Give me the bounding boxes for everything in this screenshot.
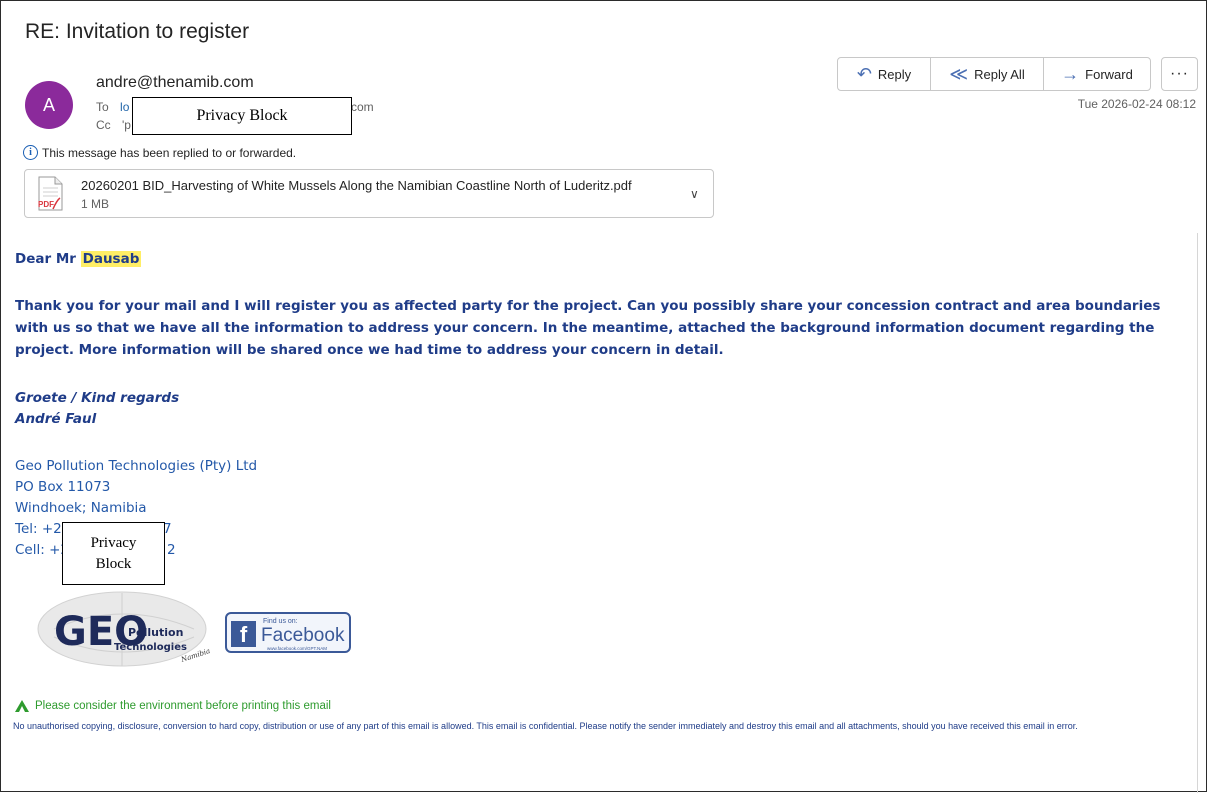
greeting-name-highlight: Dausab [80,251,142,267]
reply-all-button[interactable]: ≪ Reply All [931,58,1044,90]
facebook-icon: f [231,621,256,647]
forward-arrow-icon: → [1061,64,1080,84]
pdf-file-icon: PDF [38,176,63,211]
body-paragraph: Thank you for your mail and I will regis… [15,298,1161,358]
greeting-prefix: Dear Mr [15,251,81,267]
cc-label: Cc [96,118,111,132]
tel-prefix: Tel: +2 [15,521,62,537]
greeting: Dear Mr Dausab [15,251,142,267]
environment-notice-text: Please consider the environment before p… [35,699,331,712]
privacy-block-recipients: Privacy Block [132,97,352,135]
privacy-block-line1: Privacy [90,534,137,551]
facebook-label: Facebook [261,625,345,646]
reply-all-arrow-icon: ≪ [949,64,969,84]
environment-notice: Please consider the environment before p… [13,698,331,713]
city: Windhoek; Namibia [15,500,147,516]
regards-block: Groete / Kind regards André Faul [15,388,179,430]
privacy-block-phone: Privacy Block [62,522,165,585]
forward-button-label: Forward [1085,66,1133,82]
logo-text-pollution: Pollution [128,626,183,639]
geo-pollution-logo: GEO Pollution Technologies Namibia [37,591,211,667]
info-icon: i [23,145,38,160]
reply-button[interactable]: ↶ Reply [838,58,931,90]
pdf-icon-label: PDF [38,200,54,209]
to-recipient[interactable]: lo [120,100,129,114]
email-reading-pane: RE: Invitation to register A andre@thena… [0,0,1207,793]
email-subject: RE: Invitation to register [25,20,250,43]
to-label: To [96,100,109,114]
to-line: To lo com [96,100,374,114]
message-action-bar: ↶ Reply ≪ Reply All → Forward [837,57,1151,91]
reply-all-button-label: Reply All [974,66,1025,82]
reply-button-label: Reply [877,66,912,82]
reply-arrow-icon: ↶ [856,64,872,84]
attachment-filename: 20260201 BID_Harvesting of White Mussels… [81,178,632,193]
logo-text-technologies: Technologies [114,642,187,653]
cc-recipient[interactable]: 'p [122,118,131,132]
facebook-link[interactable]: f Find us on: Facebook www.facebook.com/… [225,612,351,653]
po-box: PO Box 11073 [15,479,111,495]
privacy-block-line2: Block [95,555,132,572]
chevron-down-icon[interactable]: ∨ [690,187,699,201]
recycle-tree-icon [15,700,29,712]
reply-forward-notice-text: This message has been replied to or forw… [42,145,297,160]
regards-line: Groete / Kind regards [15,390,180,406]
facebook-url: www.facebook.com/GPT.NAM [267,646,328,651]
received-date: Tue 2026-02-24 08:12 [1077,97,1196,111]
scroll-divider [1197,233,1198,793]
attachment-size: 1 MB [81,197,110,211]
sender-name: André Faul [15,411,97,427]
cell-prefix: Cell: +2 [15,542,69,558]
reply-forward-notice: i This message has been replied to or fo… [23,145,296,160]
to-recipient-suffix: com [351,100,374,114]
more-actions-button[interactable]: ··· [1161,57,1198,91]
cc-line: Cc 'p [96,118,131,132]
cell-suffix: 2 [167,542,176,558]
confidentiality-disclaimer: No unauthorised copying, disclosure, con… [13,721,1078,731]
sender-avatar[interactable]: A [25,81,73,129]
facebook-find-us: Find us on: [263,618,298,625]
company-name: Geo Pollution Technologies (Pty) Ltd [15,458,258,474]
attachment-card[interactable]: PDF 20260201 BID_Harvesting of White Mus… [24,169,714,218]
sender-address[interactable]: andre@thenamib.com [96,74,254,92]
forward-button[interactable]: → Forward [1044,58,1150,90]
